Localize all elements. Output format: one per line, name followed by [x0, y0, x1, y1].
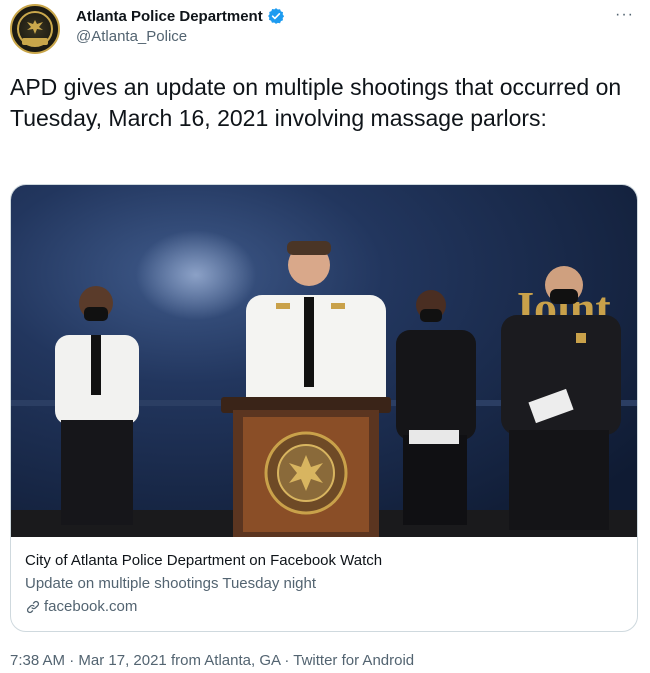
- card-title[interactable]: City of Atlanta Police Department on Fac…: [25, 551, 623, 571]
- card-image[interactable]: Joint: [11, 185, 638, 537]
- user-handle[interactable]: @Atlanta_Police: [76, 28, 187, 45]
- name-row: Atlanta Police Department: [76, 7, 285, 25]
- card-info[interactable]: City of Atlanta Police Department on Fac…: [25, 551, 623, 617]
- display-name[interactable]: Atlanta Police Department: [76, 8, 263, 25]
- tweet-location[interactable]: Atlanta, GA: [204, 652, 280, 669]
- podium: [221, 397, 391, 537]
- location-prefix: from: [170, 652, 201, 669]
- link-icon: [26, 600, 40, 614]
- tweet-date[interactable]: Mar 17, 2021: [78, 652, 166, 669]
- tweet-time[interactable]: 7:38 AM: [10, 652, 65, 669]
- tweet-source[interactable]: Twitter for Android: [293, 652, 414, 669]
- tweet-header: Atlanta Police Department @Atlanta_Polic…: [10, 4, 640, 54]
- separator: ·: [280, 652, 294, 669]
- card-domain-text: facebook.com: [44, 598, 138, 615]
- more-options-icon[interactable]: ···: [615, 6, 634, 24]
- separator: ·: [65, 652, 79, 669]
- link-card[interactable]: Joint City of Atlanta Police Department …: [10, 184, 638, 632]
- card-description: Update on multiple shootings Tuesday nig…: [25, 575, 317, 592]
- tweet-metadata: 7:38 AM · Mar 17, 2021 from Atlanta, GA …: [10, 652, 414, 669]
- seal-band: [22, 38, 48, 45]
- verified-badge-icon: [267, 8, 284, 24]
- tweet-text: APD gives an update on multiple shooting…: [10, 74, 622, 131]
- phoenix-icon: [27, 20, 43, 34]
- avatar[interactable]: [10, 4, 60, 54]
- card-domain[interactable]: facebook.com: [25, 597, 623, 617]
